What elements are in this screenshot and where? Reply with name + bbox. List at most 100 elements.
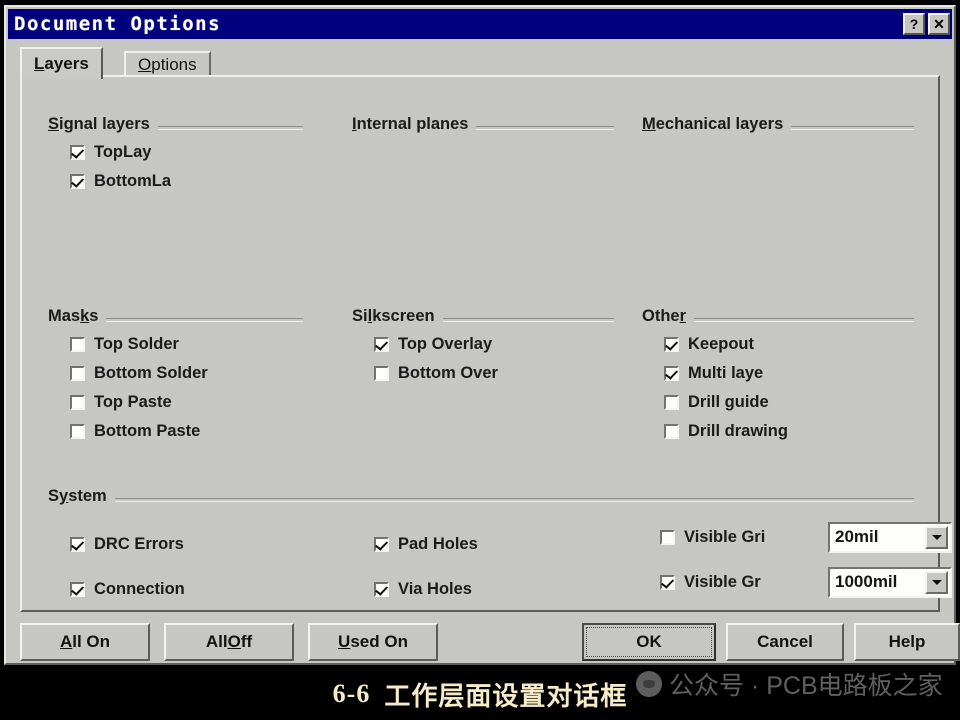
checkbox-row[interactable]: Multi laye — [664, 362, 914, 384]
label-tail: kscreen — [372, 307, 435, 325]
figure-number: 6-6 — [332, 679, 371, 708]
checkbox-row[interactable]: Visible Gri — [660, 526, 828, 548]
group-signal-layers: Signal layers TopLay BottomLa — [48, 115, 303, 192]
checkbox-toggle[interactable] — [664, 423, 679, 439]
checkbox-toggle[interactable] — [374, 336, 389, 352]
system-column-2: Pad Holes Via Holes — [374, 520, 478, 606]
signal-layers-items: TopLay BottomLa — [70, 141, 303, 192]
visible-grid-2-select[interactable]: 1000mil — [828, 566, 952, 598]
checkbox-row[interactable]: Drill drawing — [664, 420, 914, 442]
checkbox-row[interactable]: Top Solder — [70, 333, 303, 355]
checkbox-toggle[interactable] — [70, 536, 85, 552]
checkbox-label: Via Holes — [398, 579, 472, 598]
chevron-down-icon[interactable] — [925, 525, 948, 549]
dialog-button-bar: All On All Off Used On OK Cancel Help — [20, 623, 960, 661]
checkbox-row[interactable]: Bottom Paste — [70, 420, 303, 442]
label: Othe — [642, 307, 680, 325]
checkbox-label: Drill guide — [688, 392, 769, 411]
all-off-button[interactable]: All Off — [164, 623, 294, 661]
screenshot-root: Document Options ? ✕ Layers Options Sign… — [0, 0, 960, 720]
checkbox-label: Connection — [94, 579, 185, 598]
checkbox-toggle[interactable] — [660, 574, 675, 590]
all-on-button[interactable]: All On — [20, 623, 150, 661]
checkbox-row[interactable]: TopLay — [70, 141, 303, 163]
checkbox-toggle[interactable] — [70, 394, 85, 410]
group-mechanical-layers-title: Mechanical layers — [642, 115, 792, 134]
checkbox-toggle[interactable] — [70, 336, 85, 352]
checkbox-row[interactable]: Drill guide — [664, 391, 914, 413]
mnemonic: M — [642, 115, 656, 133]
group-system-title: System — [48, 487, 115, 506]
figure-caption: 6-6 工作层面设置对话框 — [0, 668, 960, 720]
help-icon[interactable]: ? — [903, 13, 925, 35]
label: nternal planes — [356, 115, 469, 133]
checkbox-label: Bottom Paste — [94, 421, 201, 440]
checkbox-row[interactable]: Visible Gr — [660, 571, 828, 593]
checkbox-toggle[interactable] — [374, 581, 389, 597]
close-icon[interactable]: ✕ — [928, 13, 950, 35]
visible-grid-1-select[interactable]: 20mil — [828, 521, 952, 553]
checkbox-toggle[interactable] — [664, 365, 679, 381]
tab-layers-mnemonic: L — [34, 54, 45, 73]
checkbox-label: BottomLa — [94, 171, 171, 190]
checkbox-toggle[interactable] — [664, 336, 679, 352]
mnemonic: A — [59, 632, 73, 651]
title-bar-buttons: ? ✕ — [903, 13, 950, 35]
group-rule — [48, 498, 914, 502]
checkbox-label: Visible Gri — [684, 527, 766, 546]
group-mechanical-layers: Mechanical layers — [642, 115, 914, 134]
visible-grid-row-2: Visible Gr 1000mil — [660, 565, 952, 599]
checkbox-toggle[interactable] — [374, 365, 389, 381]
checkbox-toggle[interactable] — [374, 536, 389, 552]
group-silkscreen-title: Silkscreen — [352, 307, 443, 326]
checkbox-toggle[interactable] — [70, 423, 85, 439]
tab-options[interactable]: Options — [124, 51, 211, 77]
checkbox-row[interactable]: Pad Holes — [374, 527, 478, 561]
system-column-3: Visible Gri 20mil Visible Gr 1000mil — [660, 520, 952, 599]
checkbox-row[interactable]: BottomLa — [70, 170, 303, 192]
silkscreen-items: Top Overlay Bottom Over — [374, 333, 614, 384]
tab-options-mnemonic: O — [138, 55, 152, 74]
checkbox-toggle[interactable] — [70, 173, 85, 189]
group-signal-layers-title: Signal layers — [48, 115, 158, 134]
checkbox-label: Multi laye — [688, 363, 764, 382]
ok-button[interactable]: OK — [582, 623, 716, 661]
layers-tab-panel: Signal layers TopLay BottomLa Internal p… — [20, 75, 952, 612]
checkbox-label: TopLay — [94, 142, 152, 161]
checkbox-toggle[interactable] — [660, 529, 675, 545]
label: Mas — [48, 307, 81, 325]
group-masks: Masks Top Solder Bottom Solder Top Paste — [48, 307, 303, 442]
checkbox-row[interactable]: Top Overlay — [374, 333, 614, 355]
help-button[interactable]: Help — [854, 623, 960, 661]
checkbox-row[interactable]: DRC Errors — [70, 527, 185, 561]
checkbox-row[interactable]: Bottom Solder — [70, 362, 303, 384]
cancel-button[interactable]: Cancel — [726, 623, 844, 661]
label: All — [205, 632, 228, 651]
checkbox-label: Pad Holes — [398, 534, 478, 553]
checkbox-label: DRC Errors — [94, 534, 184, 553]
chevron-down-icon[interactable] — [925, 570, 948, 594]
checkbox-row[interactable]: Bottom Over — [374, 362, 614, 384]
label: ignal layers — [59, 115, 150, 133]
checkbox-row[interactable]: Keepout — [664, 333, 914, 355]
other-items: Keepout Multi laye Drill guide Drill dra… — [664, 333, 914, 442]
checkbox-row[interactable]: Via Holes — [374, 572, 478, 606]
group-silkscreen: Silkscreen Top Overlay Bottom Over — [352, 307, 614, 384]
checkbox-toggle[interactable] — [70, 365, 85, 381]
checkbox-toggle[interactable] — [664, 394, 679, 410]
checkbox-label: Top Paste — [94, 392, 172, 411]
used-on-button[interactable]: Used On — [308, 623, 438, 661]
window-title: Document Options — [14, 13, 222, 35]
label: Si — [352, 307, 368, 325]
checkbox-toggle[interactable] — [70, 144, 85, 160]
checkbox-row[interactable]: Connection — [70, 572, 185, 606]
checkbox-toggle[interactable] — [70, 581, 85, 597]
title-bar[interactable]: Document Options ? ✕ — [8, 9, 952, 39]
label: echanical layers — [655, 115, 784, 133]
mnemonic: y — [59, 487, 69, 505]
label: ll On — [72, 632, 111, 651]
tab-layers[interactable]: Layers — [20, 47, 103, 79]
checkbox-row[interactable]: Top Paste — [70, 391, 303, 413]
label: sed On — [350, 632, 408, 651]
ok-button-label: OK — [586, 627, 712, 657]
